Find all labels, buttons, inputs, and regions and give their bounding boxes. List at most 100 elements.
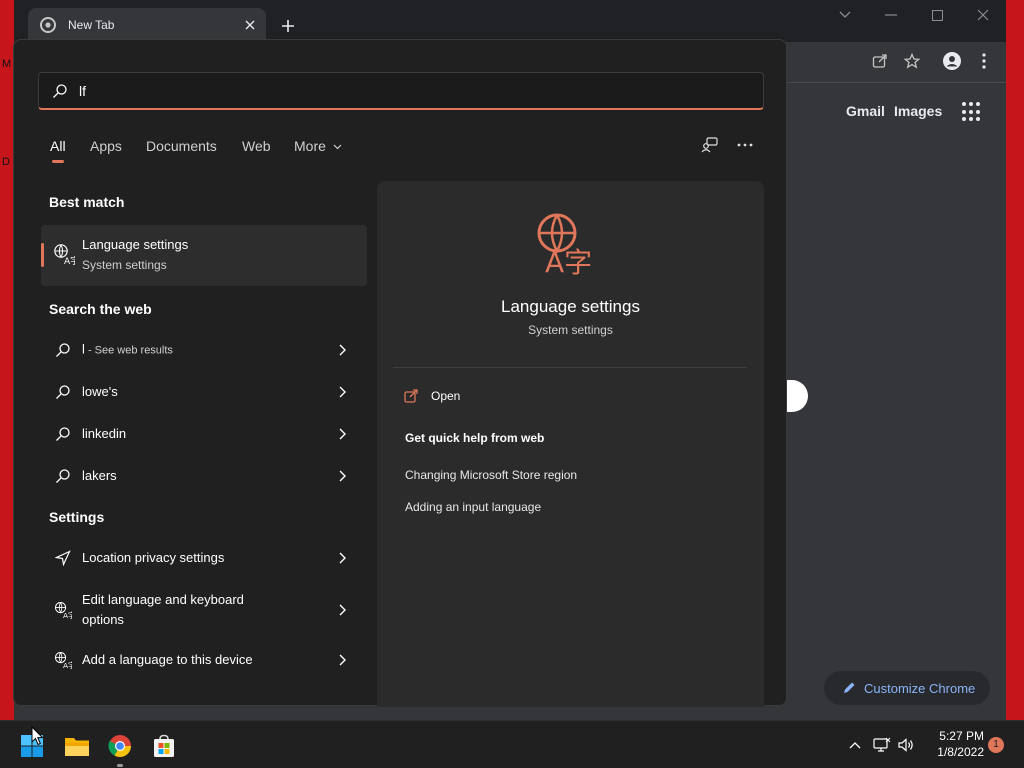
search-the-web-heading: Search the web	[49, 301, 152, 317]
chevron-right-icon	[337, 653, 347, 667]
best-match-result[interactable]: A字 Language settings System settings	[41, 225, 367, 286]
result-preview-pane: A字 Language settings System settings Ope…	[377, 181, 764, 707]
chrome-taskbar-icon[interactable]	[104, 730, 136, 762]
search-icon	[53, 424, 73, 444]
filter-tab-all[interactable]: All	[50, 138, 66, 154]
best-match-title: Language settings	[82, 237, 189, 252]
customize-chrome-label: Customize Chrome	[864, 680, 976, 696]
quick-help-link[interactable]: Changing Microsoft Store region	[405, 468, 577, 482]
pencil-icon	[844, 682, 855, 693]
search-icon	[53, 466, 73, 486]
quick-help-heading: Get quick help from web	[405, 431, 545, 445]
tab-title: New Tab	[68, 18, 115, 32]
chevron-right-icon	[337, 469, 347, 483]
search-icon	[53, 340, 73, 360]
network-icon[interactable]	[872, 735, 892, 755]
open-external-icon	[404, 389, 418, 403]
profile-avatar-icon[interactable]	[941, 50, 963, 72]
clock-date: 1/8/2022	[937, 745, 984, 759]
customize-chrome-button[interactable]: Customize Chrome	[824, 671, 990, 705]
settings-result-label: Add a language to this device	[82, 652, 253, 667]
preview-subtitle: System settings	[528, 323, 613, 337]
open-action-label: Open	[431, 389, 461, 403]
clock[interactable]: 5:27 PM 1/8/2022	[928, 728, 984, 760]
settings-result-label: Location privacy settings	[82, 550, 225, 565]
web-result-label: linkedin	[82, 426, 127, 441]
search-box[interactable]	[38, 72, 764, 110]
filter-tab-documents[interactable]: Documents	[146, 138, 217, 154]
divider	[393, 367, 747, 368]
web-result-row[interactable]: l - See web results	[41, 330, 367, 370]
chevron-down-icon	[333, 144, 342, 150]
file-explorer-icon[interactable]	[61, 730, 93, 762]
share-icon[interactable]	[869, 50, 891, 72]
preview-title: Language settings	[501, 297, 640, 316]
web-result-row[interactable]: lowe's	[41, 372, 367, 412]
running-indicator	[117, 764, 123, 767]
search-input[interactable]	[79, 73, 739, 109]
language-icon: A字	[53, 650, 73, 670]
chevron-right-icon	[337, 427, 347, 441]
selection-indicator	[41, 243, 44, 267]
language-icon: A字	[53, 600, 73, 620]
volume-icon[interactable]	[896, 735, 916, 755]
settings-result-label: Edit language and keyboard options	[82, 592, 244, 627]
svg-text:A字: A字	[545, 246, 592, 275]
clock-time: 5:27 PM	[939, 729, 984, 743]
settings-result-row[interactable]: A字 Add a language to this device	[41, 640, 367, 680]
google-apps-icon[interactable]	[962, 102, 982, 122]
language-large-icon: A字	[535, 211, 605, 280]
tab-search-chevron-icon[interactable]	[830, 4, 860, 26]
mouse-cursor-icon	[31, 725, 44, 751]
more-options-icon[interactable]	[733, 134, 757, 156]
active-tab-indicator	[52, 160, 64, 163]
web-result-hint: - See web results	[84, 344, 173, 357]
web-result-label: l - See web results	[82, 340, 282, 361]
svg-text:A字: A字	[63, 661, 72, 669]
filter-tab-more-label: More	[294, 138, 326, 154]
settings-result-row[interactable]: A字 Edit language and keyboard options	[41, 587, 367, 633]
images-link[interactable]: Images	[894, 103, 942, 119]
navigation-arrow-icon	[53, 548, 73, 568]
chevron-right-icon	[337, 343, 347, 357]
quick-help-link[interactable]: Adding an input language	[405, 500, 541, 514]
minimize-icon[interactable]	[876, 4, 906, 26]
desktop-icon-label: D	[2, 156, 10, 168]
settings-heading: Settings	[49, 509, 105, 525]
web-result-row[interactable]: lakers	[41, 456, 367, 496]
filter-tab-web[interactable]: Web	[242, 138, 271, 154]
search-flyout: All Apps Documents Web More Best match A…	[13, 39, 787, 707]
open-action[interactable]: Open	[404, 389, 460, 403]
chevron-right-icon	[337, 551, 347, 565]
gmail-link[interactable]: Gmail	[846, 103, 885, 119]
web-result-label: lowe's	[82, 384, 118, 399]
browser-tab[interactable]: New Tab	[28, 8, 266, 42]
best-match-subtitle: System settings	[82, 258, 167, 272]
browser-menu-icon[interactable]	[973, 50, 995, 72]
chevron-right-icon	[337, 385, 347, 399]
notification-badge[interactable]: 1	[988, 737, 1004, 753]
desktop-icon-label: M	[2, 58, 12, 70]
filter-tab-apps[interactable]: Apps	[90, 138, 122, 154]
chrome-favicon-icon	[40, 17, 56, 33]
taskbar: 5:27 PM 1/8/2022 1	[0, 720, 1024, 768]
chevron-up-icon[interactable]	[845, 735, 865, 755]
close-tab-icon[interactable]	[240, 15, 260, 35]
svg-text:A字: A字	[64, 255, 75, 265]
web-result-row[interactable]: linkedin	[41, 414, 367, 454]
best-match-heading: Best match	[49, 194, 125, 210]
account-switch-icon[interactable]	[698, 134, 722, 156]
filter-tab-more[interactable]: More	[294, 138, 342, 154]
close-window-icon[interactable]	[968, 4, 998, 26]
microsoft-store-icon[interactable]	[148, 730, 180, 762]
settings-result-row[interactable]: Location privacy settings	[41, 538, 367, 578]
language-icon: A字	[53, 243, 79, 270]
new-tab-button[interactable]	[276, 14, 300, 38]
web-result-label: lakers	[82, 468, 117, 483]
search-icon	[53, 382, 73, 402]
bookmark-star-icon[interactable]	[901, 50, 923, 72]
svg-text:A字: A字	[63, 611, 72, 619]
chevron-right-icon	[337, 603, 347, 617]
maximize-icon[interactable]	[922, 4, 952, 26]
search-icon	[52, 83, 68, 104]
